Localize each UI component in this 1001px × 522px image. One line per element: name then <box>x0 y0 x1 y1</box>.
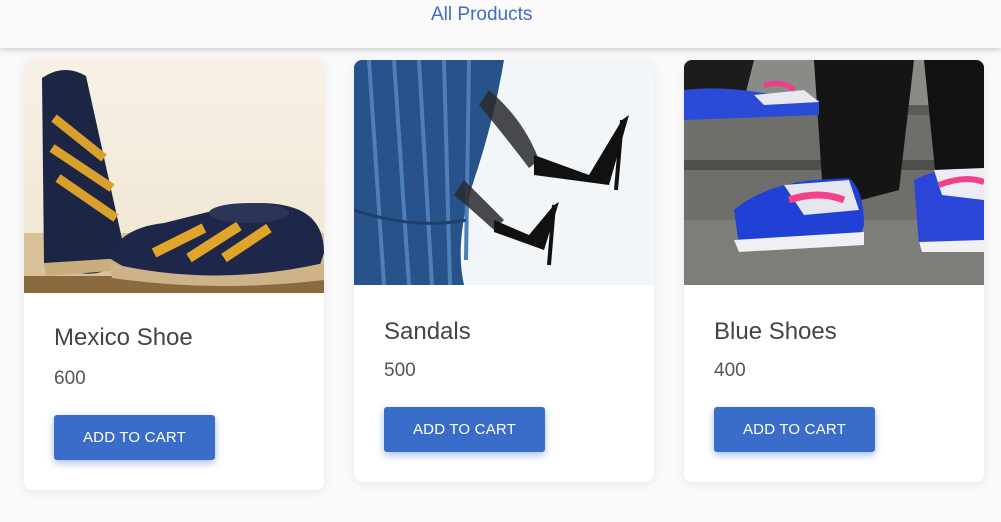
product-price: 500 <box>384 360 416 381</box>
all-products-link[interactable]: All Products <box>431 4 532 26</box>
product-name: Blue Shoes <box>714 318 837 345</box>
add-to-cart-button[interactable]: ADD TO CART <box>54 415 215 460</box>
product-name: Sandals <box>384 318 471 345</box>
product-card: Sandals 500 ADD TO CART <box>354 60 654 482</box>
product-price: 400 <box>714 360 746 381</box>
product-image <box>24 58 324 293</box>
product-image <box>354 60 654 285</box>
product-card: Blue Shoes 400 ADD TO CART <box>684 60 984 482</box>
product-name: Mexico Shoe <box>54 324 193 351</box>
add-to-cart-button[interactable]: ADD TO CART <box>384 407 545 452</box>
product-card: Mexico Shoe 600 ADD TO CART <box>24 58 324 490</box>
product-image <box>684 60 984 285</box>
add-to-cart-button[interactable]: ADD TO CART <box>714 407 875 452</box>
product-price: 600 <box>54 368 86 389</box>
top-nav-bar: All Products <box>0 0 1001 48</box>
